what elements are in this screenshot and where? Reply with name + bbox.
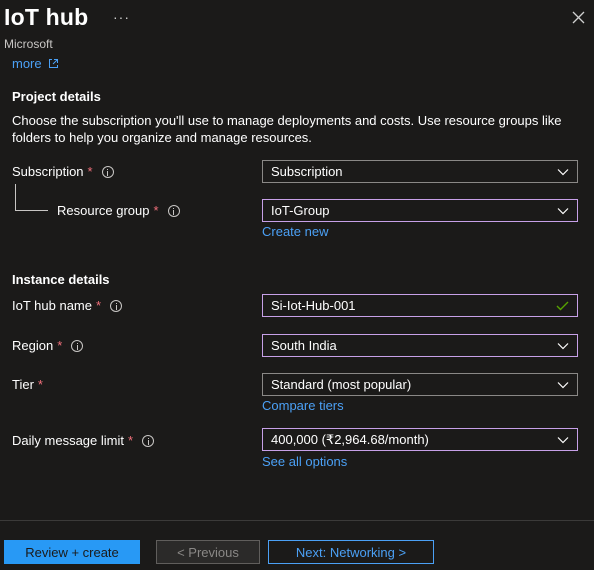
chevron-down-icon [557,342,569,349]
required-marker: * [153,203,159,218]
resource-group-label-text: Resource group [57,203,150,218]
page-title: IoT hub [4,4,89,30]
resource-group-value: IoT-Group [271,203,330,218]
project-details-heading: Project details [12,89,101,104]
info-icon[interactable] [142,434,155,447]
required-marker: * [127,433,134,448]
resource-group-label: Resource group * [57,203,180,218]
region-label: Region * [12,338,84,353]
more-link-label: more [12,56,42,71]
chevron-down-icon [557,381,569,388]
region-dropdown[interactable]: South India [262,334,578,357]
checkmark-icon [556,301,569,310]
tier-label-text: Tier [12,377,34,392]
tier-value: Standard (most popular) [271,377,412,392]
info-icon[interactable] [101,165,114,178]
tier-label: Tier * [12,377,43,392]
hub-name-label-text: IoT hub name [12,298,92,313]
compare-tiers-link[interactable]: Compare tiers [262,398,344,413]
subscription-label-text: Subscription [12,164,84,179]
info-icon[interactable] [71,339,84,352]
tree-connector-horizontal [15,210,48,211]
info-icon[interactable] [167,204,180,217]
close-icon[interactable] [572,11,585,24]
tree-connector-vertical [15,184,16,210]
hub-name-value: Si-Iot-Hub-001 [271,298,356,313]
project-details-description: Choose the subscription you'll use to ma… [12,113,562,145]
required-marker: * [95,298,102,313]
daily-limit-dropdown[interactable]: 400,000 (₹2,964.68/month) [262,428,578,451]
info-icon[interactable] [110,299,123,312]
create-new-resource-group-link[interactable]: Create new [262,224,328,239]
footer-divider [0,520,594,521]
instance-details-heading: Instance details [12,272,110,287]
publisher-name: Microsoft [4,37,53,51]
more-actions-icon[interactable]: ··· [113,9,130,25]
required-marker: * [37,377,43,392]
external-link-icon [48,59,58,68]
see-all-options-link[interactable]: See all options [262,454,347,469]
subscription-dropdown[interactable]: Subscription [262,160,578,183]
chevron-down-icon [557,207,569,214]
more-link[interactable]: more [12,56,59,71]
hub-name-input[interactable]: Si-Iot-Hub-001 [262,294,578,317]
daily-limit-label: Daily message limit * [12,433,155,448]
region-label-text: Region [12,338,54,353]
hub-name-label: IoT hub name * [12,298,123,313]
review-create-button[interactable]: Review + create [4,540,140,564]
subscription-value: Subscription [271,164,343,179]
chevron-down-icon [557,436,569,443]
region-value: South India [271,338,337,353]
next-networking-button[interactable]: Next: Networking > [268,540,434,564]
tier-dropdown[interactable]: Standard (most popular) [262,373,578,396]
subscription-label: Subscription * [12,164,114,179]
required-marker: * [87,164,93,179]
daily-limit-value: 400,000 (₹2,964.68/month) [271,431,429,447]
chevron-down-icon [557,168,569,175]
resource-group-dropdown[interactable]: IoT-Group [262,199,578,222]
daily-limit-label-text: Daily message limit [12,433,124,448]
required-marker: * [57,338,63,353]
previous-button[interactable]: < Previous [156,540,260,564]
